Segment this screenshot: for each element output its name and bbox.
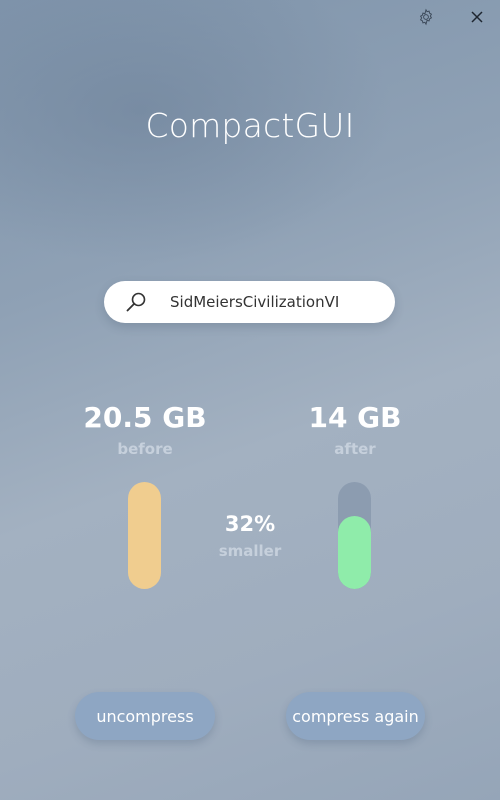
before-size-label: before — [117, 440, 173, 458]
folder-search-bar[interactable] — [104, 281, 395, 323]
savings-label: smaller — [218, 542, 282, 560]
app-title: CompactGUI — [145, 106, 355, 145]
close-button[interactable] — [464, 4, 490, 30]
before-size-bar — [128, 482, 161, 589]
savings-percent: 32% — [224, 512, 276, 536]
settings-button[interactable] — [413, 4, 439, 30]
after-size-value: 14 GB — [308, 401, 402, 434]
uncompress-button[interactable]: uncompress — [75, 692, 215, 740]
after-size-bar — [338, 482, 371, 589]
gear-icon — [419, 8, 433, 26]
compactgui-window: CompactGUI 20.5 GB before 14 GB after 32… — [0, 0, 500, 800]
before-size-value: 20.5 GB — [83, 401, 207, 434]
compress-again-button[interactable]: compress again — [286, 692, 425, 740]
close-icon — [471, 11, 483, 23]
search-icon[interactable] — [124, 290, 148, 314]
after-size-bar-fill — [338, 516, 371, 589]
folder-path-input[interactable] — [170, 281, 380, 323]
after-size-label: after — [334, 440, 376, 458]
